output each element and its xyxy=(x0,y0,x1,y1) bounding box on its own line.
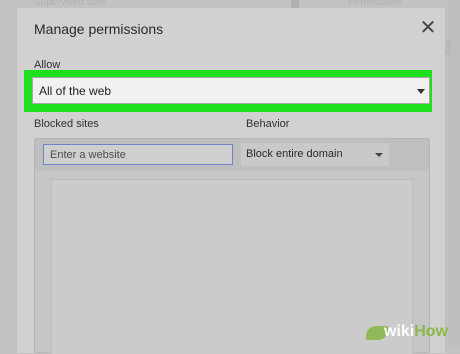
background-label: Supervised user xyxy=(34,0,107,8)
chevron-down-icon xyxy=(417,89,425,94)
blocked-sites-label: Blocked sites xyxy=(34,118,99,130)
dialog-title: Manage permissions xyxy=(34,21,164,37)
behavior-select[interactable]: Block entire domain xyxy=(241,143,389,166)
allow-select[interactable]: All of the web xyxy=(32,77,430,104)
behavior-select-value: Block entire domain xyxy=(246,148,343,160)
watermark-part1: wiki xyxy=(384,323,415,340)
chevron-down-icon xyxy=(375,153,383,157)
manage-permissions-dialog: Manage permissions ✕ Allow All of the we… xyxy=(16,8,446,354)
website-input[interactable] xyxy=(43,144,233,165)
background-scrollbar xyxy=(291,0,299,8)
blocked-sites-list xyxy=(51,179,413,354)
behavior-label: Behavior xyxy=(246,118,290,130)
blocked-sites-panel: Block entire domain xyxy=(34,138,430,354)
background-label-permissions: Permissions xyxy=(348,0,403,8)
add-site-row: Block entire domain xyxy=(35,139,429,171)
close-icon[interactable]: ✕ xyxy=(419,18,437,38)
allow-select-value: All of the web xyxy=(39,84,112,98)
watermark-part2: How xyxy=(414,323,449,340)
watermark-text: wikiHow xyxy=(384,323,448,341)
